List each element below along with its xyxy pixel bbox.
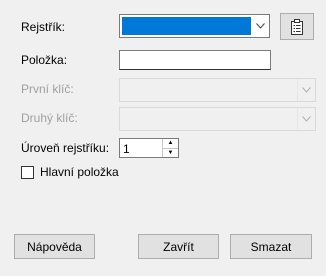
prvni-klic-combobox[interactable]	[119, 78, 316, 102]
close-button-label: Zavřít	[163, 239, 194, 254]
uroven-rejstriku-label: Úroveň rejstříku:	[21, 141, 110, 155]
new-index-button[interactable]	[280, 13, 314, 40]
spin-down-icon[interactable]: ▼	[162, 148, 178, 157]
druhy-klic-label: Druhý klíč:	[21, 111, 78, 125]
new-index-document-icon	[291, 18, 303, 35]
delete-button-label: Smazat	[250, 239, 292, 254]
prvni-klic-label: První klíč:	[21, 82, 74, 96]
polozka-label: Položka:	[21, 53, 68, 67]
hlavni-polozka-checkbox[interactable]	[21, 165, 34, 179]
hlavni-polozka-label: Hlavní položka	[40, 165, 119, 179]
hlavni-polozka-checkbox-row[interactable]: Hlavní položka	[21, 165, 119, 179]
rejstrik-combobox[interactable]	[119, 14, 270, 38]
uroven-rejstriku-spinner[interactable]: 1 ▲ ▼	[119, 138, 179, 158]
delete-button[interactable]: Smazat	[230, 234, 312, 259]
close-button[interactable]: Zavřít	[138, 234, 219, 259]
rejstrik-selected-value	[122, 17, 251, 35]
chevron-down-icon[interactable]	[298, 108, 315, 130]
help-button[interactable]: Nápověda	[14, 234, 95, 259]
chevron-down-icon[interactable]	[252, 15, 269, 37]
polozka-input[interactable]	[119, 50, 271, 70]
spin-up-icon[interactable]: ▲	[162, 139, 178, 149]
rejstrik-label: Rejstřík:	[21, 20, 66, 34]
chevron-down-icon[interactable]	[298, 79, 315, 101]
help-button-label: Nápověda	[27, 239, 82, 254]
druhy-klic-combobox[interactable]	[119, 107, 316, 131]
uroven-value[interactable]: 1	[123, 142, 130, 156]
